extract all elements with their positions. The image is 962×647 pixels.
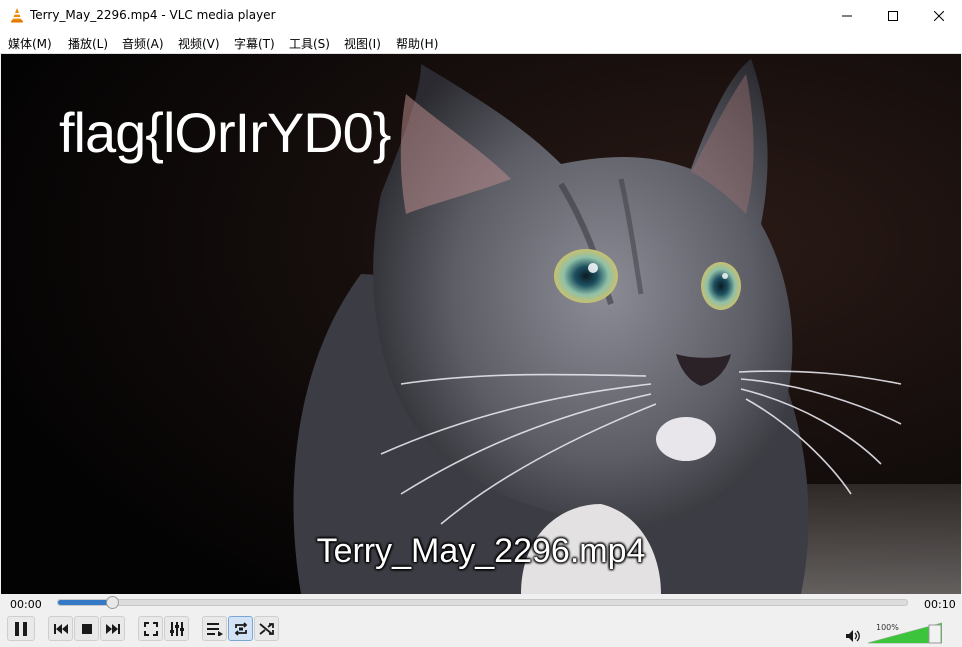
- fullscreen-button[interactable]: [138, 616, 163, 641]
- title-bar[interactable]: Terry_May_2296.mp4 - VLC media player: [0, 0, 962, 31]
- skip-next-icon: [105, 623, 120, 634]
- menu-help[interactable]: 帮助(H): [396, 35, 438, 52]
- seek-handle[interactable]: [105, 596, 119, 609]
- volume-percent: 100%: [876, 623, 899, 632]
- menu-view[interactable]: 视图(I): [344, 35, 381, 52]
- control-bar: 00:00 00:10: [0, 594, 962, 647]
- maximize-icon: [888, 10, 898, 21]
- video-display[interactable]: flag{lOrIrYD0} Terry_May_2296.mp4: [1, 54, 961, 594]
- pause-icon: [15, 621, 27, 636]
- seek-slider[interactable]: [57, 596, 908, 609]
- equalizer-sliders-icon: [169, 621, 184, 636]
- window-title: Terry_May_2296.mp4 - VLC media player: [30, 8, 276, 22]
- close-button[interactable]: [916, 0, 962, 31]
- next-button[interactable]: [100, 616, 125, 641]
- stop-button[interactable]: [74, 616, 99, 641]
- loop-icon: [234, 621, 247, 636]
- menu-tools[interactable]: 工具(S): [289, 35, 330, 52]
- shuffle-icon: [258, 622, 274, 635]
- elapsed-time: 00:00: [10, 598, 42, 611]
- fullscreen-icon: [143, 621, 158, 636]
- menu-video[interactable]: 视频(V): [178, 35, 220, 52]
- menu-media[interactable]: 媒体(M): [8, 35, 52, 52]
- menu-subtitle[interactable]: 字幕(T): [234, 35, 275, 52]
- overlay-text: flag{lOrIrYD0}: [59, 101, 391, 164]
- playlist-icon: [206, 622, 223, 636]
- total-time: 00:10: [924, 598, 956, 611]
- extended-settings-button[interactable]: [164, 616, 189, 641]
- maximize-button[interactable]: [870, 0, 916, 31]
- menu-playback[interactable]: 播放(L): [68, 35, 108, 52]
- menu-audio[interactable]: 音频(A): [122, 35, 164, 52]
- skip-previous-icon: [53, 623, 68, 634]
- vlc-cone-icon: [11, 8, 23, 23]
- shuffle-button[interactable]: [254, 616, 279, 641]
- minimize-icon: [842, 15, 852, 16]
- playlist-button[interactable]: [202, 616, 227, 641]
- minimize-button[interactable]: [824, 0, 870, 31]
- speaker-icon[interactable]: [846, 630, 860, 642]
- previous-button[interactable]: [48, 616, 73, 641]
- filename-osd: Terry_May_2296.mp4: [316, 532, 646, 570]
- volume-handle[interactable]: [928, 624, 942, 644]
- loop-button[interactable]: [228, 616, 253, 641]
- stop-icon: [81, 623, 92, 634]
- pause-button[interactable]: [7, 616, 35, 641]
- close-icon: [934, 10, 944, 21]
- seek-progress: [58, 600, 112, 605]
- menu-bar: 媒体(M) 播放(L) 音频(A) 视频(V) 字幕(T) 工具(S) 视图(I…: [0, 31, 962, 54]
